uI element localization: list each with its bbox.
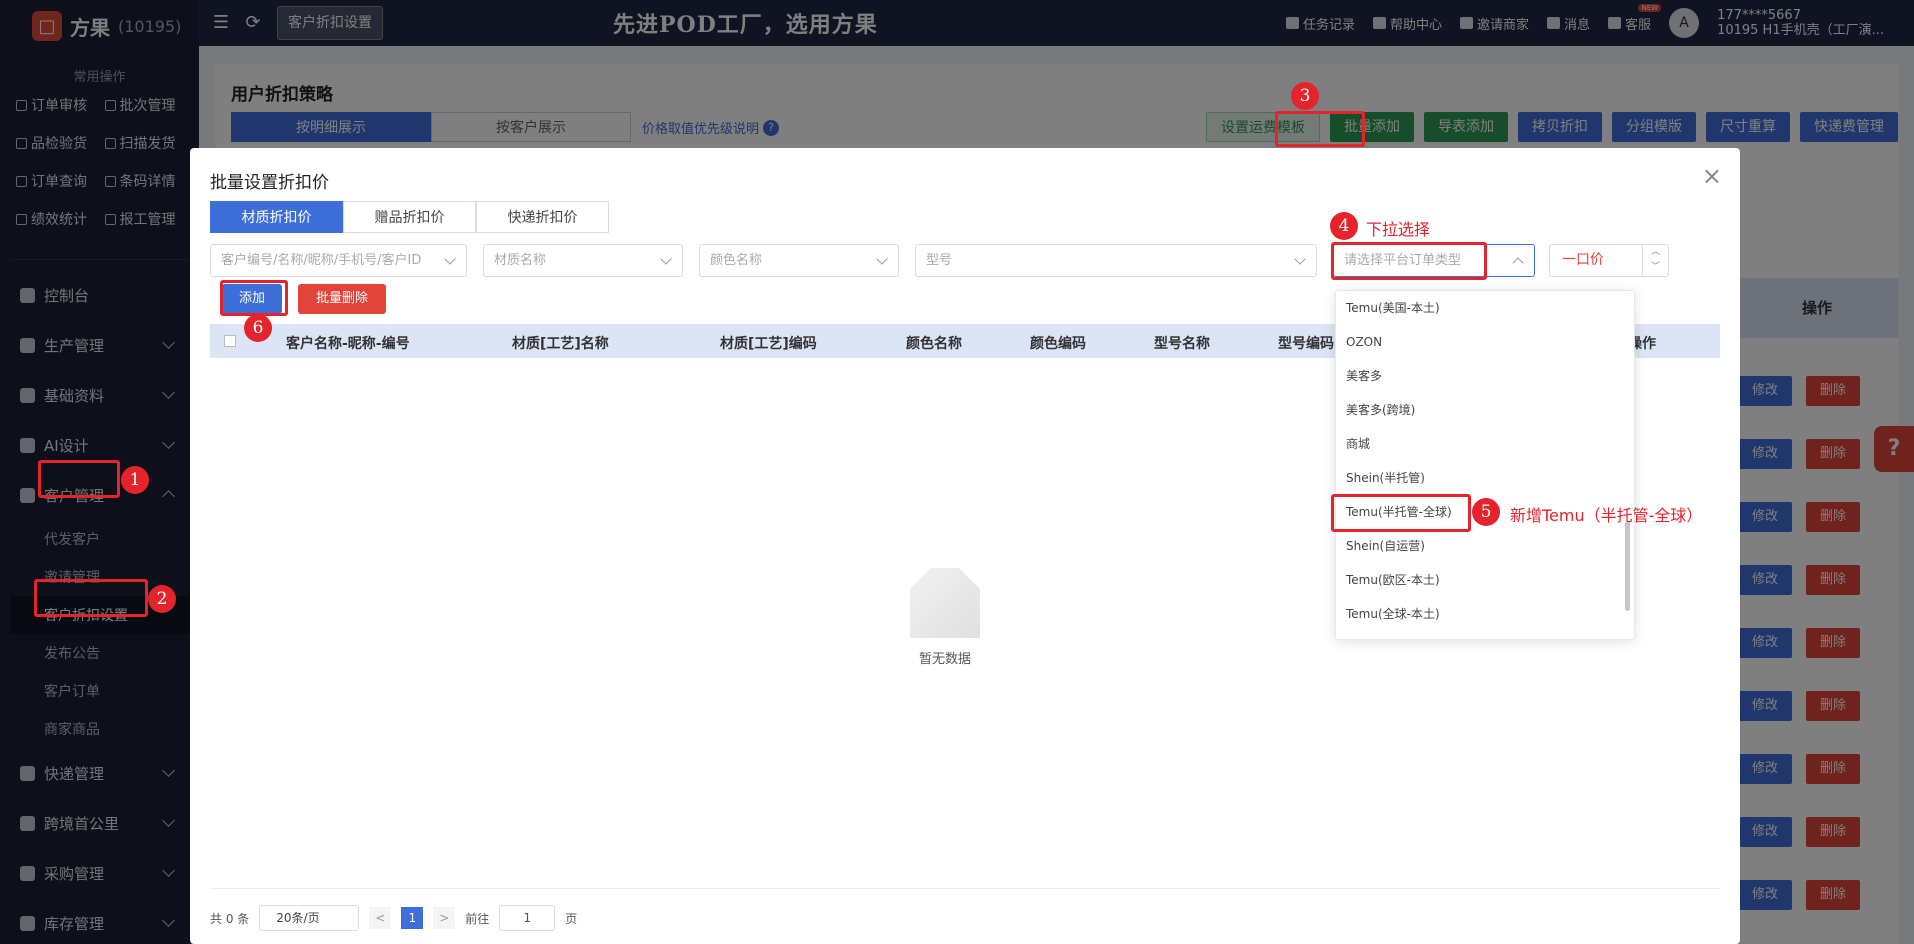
goto-page-input[interactable]: 1 (499, 905, 556, 931)
fixed-price-input[interactable]: 一口价 ︿ ﹀ (1549, 244, 1669, 277)
annotation-number-3: 3 (1291, 82, 1319, 110)
step-up-icon[interactable]: ︿ (1643, 245, 1668, 260)
annotation-text-4: 下拉选择 (1366, 220, 1431, 239)
platform-dropdown: Temu(美国-本土) OZON 美客多 美客多(跨境) 商城 Shein(半托… (1335, 290, 1635, 640)
annotation-number-1: 1 (121, 466, 149, 494)
option-mercadolibre[interactable]: 美客多 (1336, 359, 1634, 393)
tab-material-discount[interactable]: 材质折扣价 (210, 201, 343, 233)
dialog-title: 批量设置折扣价 (210, 173, 329, 193)
option-ozon[interactable]: OZON (1336, 325, 1634, 359)
tab-gift-discount[interactable]: 赠品折扣价 (343, 201, 476, 233)
option-mall[interactable]: 商城 (1336, 427, 1634, 461)
col-model-code: 型号编码 (1278, 336, 1334, 352)
next-page-button[interactable]: > (433, 907, 456, 929)
col-model-name: 型号名称 (1154, 336, 1210, 352)
chevron-down-icon (444, 253, 456, 265)
col-material-code: 材质[工艺]编码 (720, 336, 817, 352)
dialog-tabs: 材质折扣价 赠品折扣价 快递折扣价 (210, 201, 609, 233)
annotation-box-2 (34, 579, 148, 617)
annotation-box-6 (220, 280, 288, 316)
option-temu-us[interactable]: Temu(美国-本土) (1336, 291, 1634, 325)
page-unit: 页 (565, 911, 578, 926)
col-color-code: 颜色编码 (1030, 336, 1086, 352)
option-shein-self[interactable]: Shein(自运营) (1336, 529, 1634, 563)
dropdown-scrollbar[interactable] (1625, 521, 1630, 611)
customer-select[interactable]: 客户编号/名称/昵称/手机号/客户ID (210, 244, 467, 277)
chevron-down-icon (876, 253, 888, 265)
color-select[interactable]: 颜色名称 (699, 244, 899, 277)
chevron-down-icon (1294, 253, 1306, 265)
total-count: 共 0 条 (210, 911, 250, 926)
annotation-box-3 (1275, 111, 1365, 147)
chevron-up-icon (1512, 257, 1524, 269)
chevron-down-icon (660, 253, 672, 265)
option-mercadolibre-cb[interactable]: 美客多(跨境) (1336, 393, 1634, 427)
page-size-select[interactable]: 20条/页 (259, 905, 360, 931)
empty-box-icon (910, 568, 980, 638)
tab-express-discount[interactable]: 快递折扣价 (476, 201, 609, 233)
goto-label: 前往 (465, 911, 490, 926)
empty-state: 暂无数据 (910, 568, 980, 667)
annotation-box-1 (38, 460, 120, 498)
material-select[interactable]: 材质名称 (483, 244, 683, 277)
step-down-icon[interactable]: ﹀ (1643, 260, 1668, 275)
select-all-checkbox[interactable] (224, 335, 236, 347)
col-material-name: 材质[工艺]名称 (512, 336, 609, 352)
annotation-box-4 (1331, 242, 1487, 280)
batch-delete-button[interactable]: 批量删除 (298, 284, 386, 314)
model-select[interactable]: 型号 (915, 244, 1317, 277)
annotation-number-4: 4 (1330, 212, 1358, 240)
divider (210, 888, 1720, 889)
page-number[interactable]: 1 (401, 907, 424, 929)
option-temu-global[interactable]: Temu(全球-本土) (1336, 597, 1634, 631)
empty-text: 暂无数据 (918, 652, 971, 667)
annotation-number-2: 2 (148, 585, 176, 613)
close-icon[interactable]: × (1702, 162, 1722, 190)
option-shein-semi[interactable]: Shein(半托管) (1336, 461, 1634, 495)
prev-page-button[interactable]: < (369, 907, 392, 929)
annotation-text-5: 新增Temu（半托管-全球） (1510, 506, 1703, 525)
annotation-number-6: 6 (244, 314, 272, 342)
col-customer: 客户名称-昵称-编号 (286, 336, 410, 352)
annotation-number-5: 5 (1472, 498, 1500, 526)
annotation-box-5 (1331, 494, 1471, 532)
option-temu-eu[interactable]: Temu(欧区-本土) (1336, 563, 1634, 597)
price-stepper[interactable]: ︿ ﹀ (1642, 245, 1668, 276)
col-color-name: 颜色名称 (906, 336, 962, 352)
pagination: 共 0 条 20条/页 < 1 > 前往 1 页 (210, 905, 577, 931)
